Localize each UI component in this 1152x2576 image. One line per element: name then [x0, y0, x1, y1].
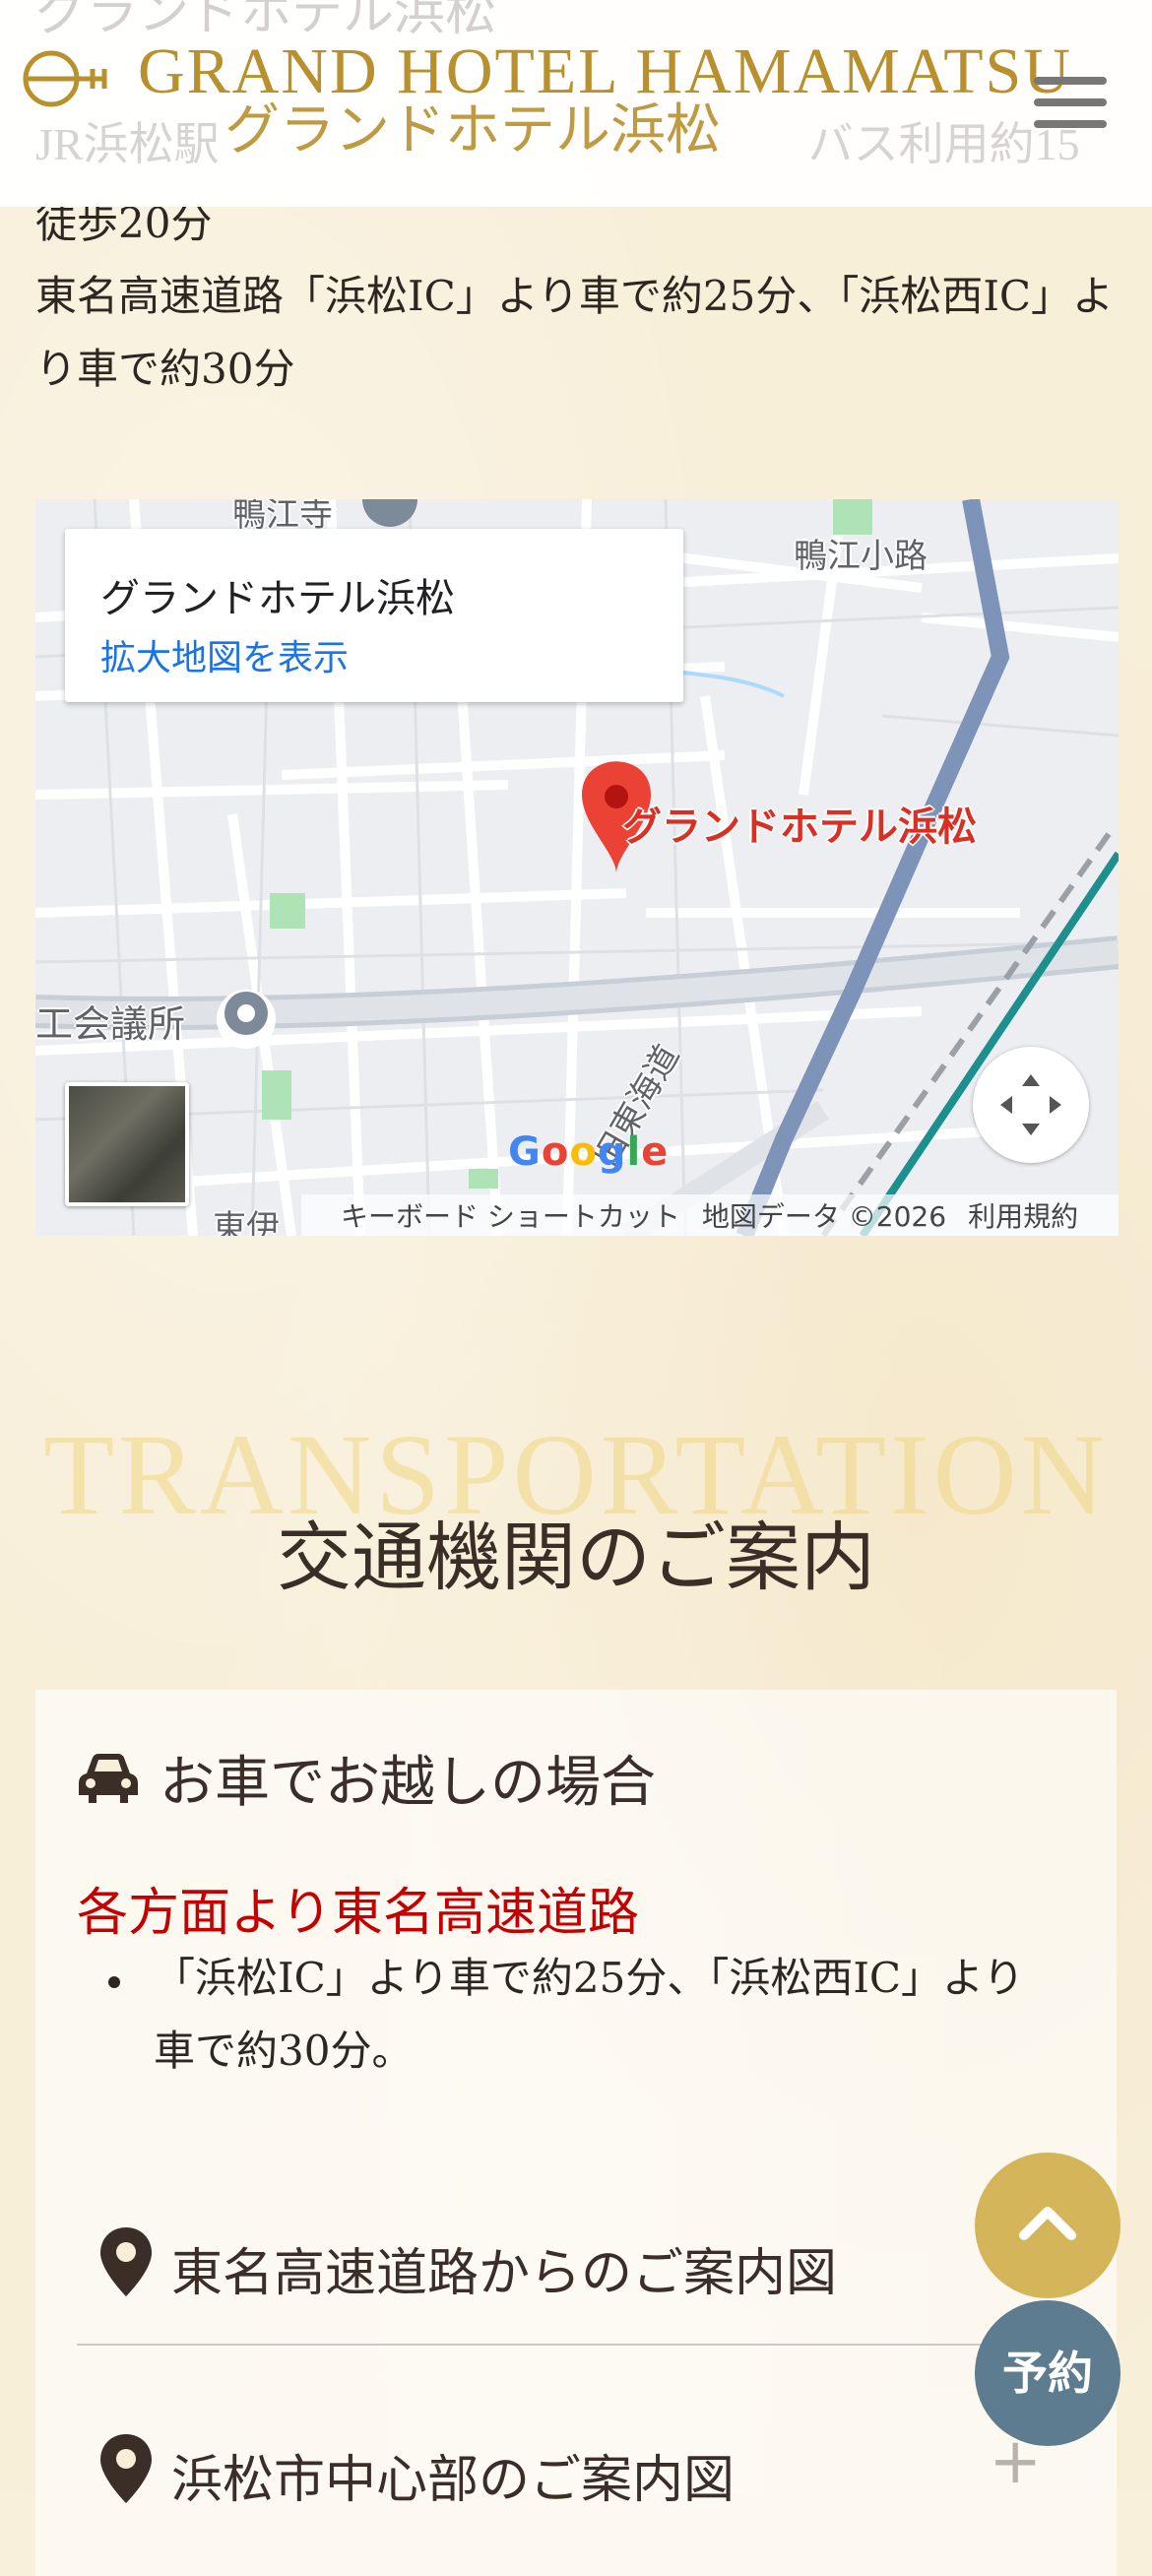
accordion-city-map[interactable]: 浜松市中心部のご案内図 +	[77, 2399, 1061, 2537]
map-pin-label[interactable]: グランドホテル浜松	[622, 795, 977, 852]
scroll-to-top-button[interactable]	[975, 2153, 1120, 2298]
keyboard-shortcuts-link[interactable]: キーボード ショートカット	[341, 1195, 680, 1235]
card-bullet-text: 「浜松IC」より車で約25分、「浜松西IC」より車で約30分。	[154, 1954, 1025, 2075]
terms-link[interactable]: 利用規約	[968, 1195, 1078, 1235]
card-heading-label: お車でお越しの場合	[160, 1750, 656, 1815]
accordion-label: 浜松市中心部のご案内図	[171, 2451, 736, 2510]
map-place-name: グランドホテル浜松	[100, 576, 455, 621]
car-access-card: お車でお越しの場合 各方面より東名高速道路 「浜松IC」より車で約25分、「浜松…	[35, 1690, 1117, 2576]
google-map[interactable]: 鴨江小路 旧東海道 鴨江寺 東伊 グランドホテル浜松 拡大地図を表示 グランドホ…	[35, 499, 1119, 1236]
access-highway-text: 東名高速道路「浜松IC」より車で約25分、「浜松西IC」より車で約30分	[35, 272, 1115, 393]
bullet-dot	[108, 1976, 120, 1988]
reserve-button[interactable]: 予約	[975, 2300, 1120, 2446]
card-subheading: 各方面より東名高速道路	[77, 1884, 639, 1943]
section-title-ja: 交通機関のご案内	[277, 1513, 875, 1601]
car-icon	[79, 1754, 138, 1803]
map-info-window: グランドホテル浜松 拡大地図を表示	[65, 529, 683, 702]
logo-text-ja[interactable]: グランドホテル浜松	[224, 103, 721, 159]
fullscreen-icon	[1000, 1074, 1061, 1135]
accordion-divider	[77, 2344, 1061, 2346]
logo-text-en[interactable]: GRAND HOTEL HAMAMATSU	[138, 39, 1072, 104]
map-poi-label[interactable]: 工会議所	[35, 994, 185, 1048]
access-description: 徒歩20分 東名高速道路「浜松IC」より車で約25分、「浜松西IC」より車で約3…	[35, 187, 1119, 406]
card-heading: お車でお越しの場合	[77, 1743, 656, 1815]
chevron-up-icon	[1019, 2207, 1076, 2240]
site-header: グランドホテル浜松 JR浜松駅 バス利用約15 GRAND HOTEL HAMA…	[0, 0, 1152, 207]
fullscreen-button[interactable]	[973, 1047, 1089, 1163]
logo-key-icon	[23, 50, 107, 107]
map-road-label: 鴨江小路	[794, 537, 928, 576]
map-data-text: 地図データ ©2026	[701, 1200, 947, 1233]
accordion-highway-map[interactable]: 東名高速道路からのご案内図 +	[77, 2192, 1061, 2330]
map-footer-bar: キーボード ショートカット 地図データ ©2026 利用規約	[301, 1194, 1119, 1236]
map-road-label: 東伊	[213, 1208, 280, 1236]
map-marker-icon	[100, 2227, 152, 2296]
enlarge-map-link[interactable]: 拡大地図を表示	[100, 629, 349, 680]
menu-icon[interactable]	[1034, 77, 1107, 136]
satellite-toggle-button[interactable]	[65, 1082, 189, 1206]
google-logo: Google	[508, 1129, 670, 1175]
accordion-label: 東名高速道路からのご案内図	[171, 2244, 838, 2303]
